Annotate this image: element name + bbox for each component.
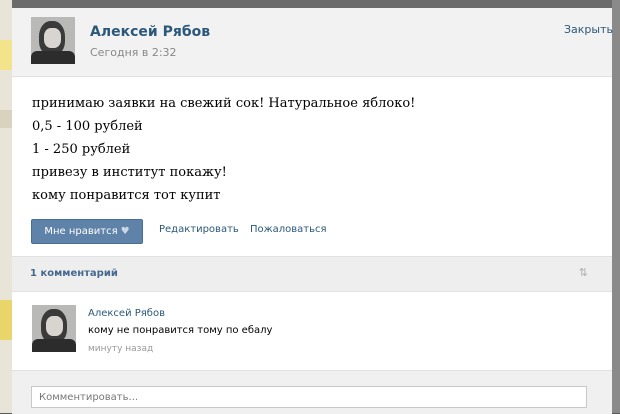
heart-icon: ♥ [120, 226, 130, 237]
comment-timestamp[interactable]: минуту назад [88, 344, 153, 354]
edit-link[interactable]: Редактировать [159, 224, 239, 235]
post-text-line: привезу в институт покажу! [32, 165, 227, 180]
post-text: принимаю заявки на свежий сок! Натуральн… [32, 92, 592, 207]
post-timestamp[interactable]: Сегодня в 2:32 [90, 46, 177, 59]
comments-count[interactable]: 1 комментарий [30, 268, 118, 279]
sort-arrows-icon[interactable]: ⇅ [579, 266, 588, 279]
avatar-shoulders-shape [32, 339, 76, 352]
post-text-line: принимаю заявки на свежий сок! Натуральн… [32, 96, 416, 111]
comment-author-link[interactable]: Алексей Рябов [88, 308, 165, 319]
comment-input[interactable] [31, 386, 587, 408]
background-page-left [0, 0, 12, 413]
close-button[interactable]: Закрыть [564, 23, 613, 36]
comment-form [12, 370, 612, 414]
comments-header: 1 комментарий ⇅ [12, 256, 612, 292]
author-avatar[interactable] [31, 17, 75, 64]
post-header: Алексей Рябов Сегодня в 2:32 Закрыть [12, 8, 613, 77]
comment-text: кому не понравится тому по ебалу [88, 325, 273, 336]
post-popup: Алексей Рябов Сегодня в 2:32 Закрыть при… [12, 8, 613, 414]
like-button[interactable]: Мне нравится ♥ [31, 219, 143, 244]
avatar-shoulders-shape [31, 51, 75, 64]
avatar-face-shape [44, 28, 61, 48]
post-text-line: 1 - 250 рублей [32, 142, 131, 157]
author-name-link[interactable]: Алексей Рябов [90, 24, 210, 40]
post-text-line: кому понравится тот купит [32, 188, 221, 203]
background-page-right [612, 0, 620, 413]
comment-author-avatar[interactable] [32, 305, 76, 352]
background-page-top [12, 0, 620, 8]
report-link[interactable]: Пожаловаться [250, 224, 327, 235]
like-button-label: Мне нравится [44, 226, 118, 237]
avatar-face-shape [46, 316, 63, 336]
post-text-line: 0,5 - 100 рублей [32, 119, 143, 134]
